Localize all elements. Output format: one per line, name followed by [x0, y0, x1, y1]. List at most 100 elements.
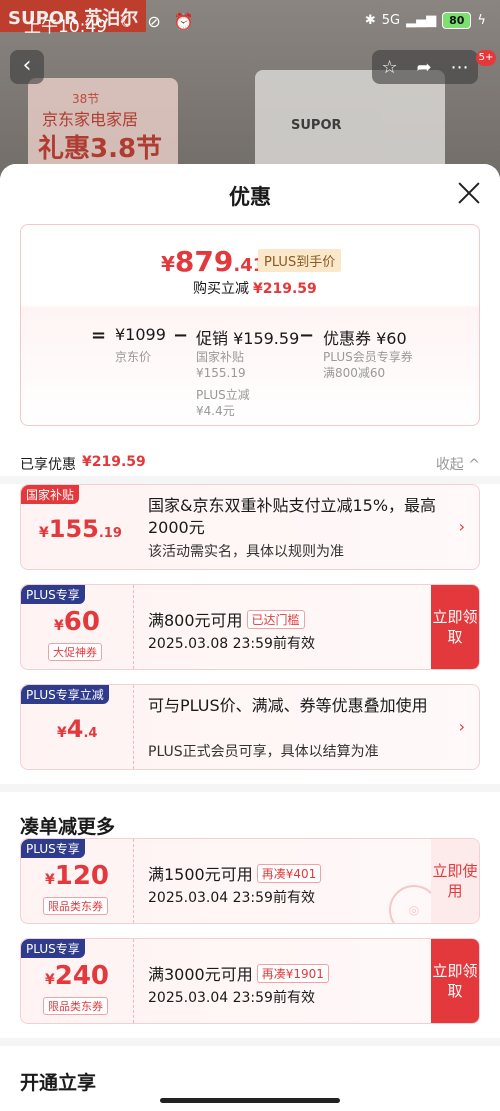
poster-line-2: 京东家电家居 [42, 110, 139, 129]
plus-reduce-value: ¥4.4元 [196, 404, 235, 418]
subsidy-deal[interactable]: 国家补贴 ¥155.19 国家&京东双重补贴支付立减15%，最高2000元 该活… [20, 484, 480, 570]
deal-decimal: .4 [83, 726, 98, 741]
poster-line-3: 礼惠3.8节 [38, 134, 163, 164]
deal-amount: ¥4.4 [57, 715, 97, 743]
coupon-value: ¥120 [21, 861, 133, 891]
chevron-left-icon: ‹ [22, 53, 32, 78]
plus-coupon: PLUS专享 ¥60 大促神券 满800元可用 已达门槛 2025.03.08 2… [20, 584, 480, 670]
page-actions: ☆ ➦ ⋯ [372, 50, 478, 84]
coupon-chip: 限品类东券 [43, 997, 108, 1015]
deal-currency: ¥ [39, 525, 49, 541]
status-icons: ☾ ⊘ ⏰ [120, 12, 198, 31]
minus-sign: − [299, 325, 315, 346]
collapse-toggle[interactable]: 收起 ^ [436, 454, 480, 474]
equals-sign: = [91, 325, 107, 346]
promo-poster: 38节 京东家电家居 礼惠3.8节 [28, 78, 178, 173]
promo-amount: 促销 ¥159.59 [196, 329, 300, 348]
deal-tag: PLUS专享 [21, 839, 85, 858]
section-title: 开通立享 [20, 1072, 97, 1094]
enjoyed-list: 国家补贴 ¥155.19 国家&京东双重补贴支付立减15%，最高2000元 该活… [0, 484, 500, 784]
buy-reduce: 购买立减 ¥219.59 [193, 278, 317, 298]
base-price: ¥1099 [115, 325, 166, 344]
gap-chip: 再凑¥401 [256, 864, 322, 883]
coupon-integer: 240 [54, 961, 110, 991]
coupon-threshold: 满800元可用 [148, 611, 243, 630]
coupon-chip: 限品类东券 [43, 897, 108, 915]
sheet-title: 优惠 [229, 185, 271, 209]
deal-currency: ¥ [57, 725, 67, 741]
coupon-threshold: 满1500元可用 [148, 865, 253, 884]
coupon-integer: 120 [54, 861, 110, 891]
plus-reduce-label: PLUS立减 [196, 388, 250, 402]
deal-tag: 国家补贴 [21, 485, 80, 504]
enjoyed-label: 已享优惠 [20, 457, 76, 473]
charging-icon: ϟ [477, 13, 486, 28]
coupon-title: 满1500元可用 再凑¥401 [148, 861, 322, 885]
plus-price-tag: PLUS到手价 [258, 249, 342, 272]
enjoyed-row: 已享优惠 ¥219.59 收起 ^ [0, 440, 500, 476]
coupon-divider [133, 939, 134, 1023]
claim-button[interactable]: 立即领取 [431, 585, 479, 669]
coupon-value: ¥240 [21, 961, 133, 991]
network-label: 5G [381, 13, 401, 28]
share-icon[interactable]: ➦ [417, 57, 432, 78]
enjoyed-amount: ¥219.59 [82, 454, 146, 470]
deal-integer: 155 [48, 515, 99, 543]
deal-decimal: .19 [98, 526, 122, 541]
chevron-right-icon: › [458, 517, 465, 536]
gap-chip: 再凑¥1901 [256, 964, 329, 983]
subsidy-value: ¥155.19 [196, 366, 246, 380]
buy-reduce-label: 购买立减 [193, 281, 249, 297]
coupon-date: 2025.03.08 23:59前有效 [148, 636, 315, 652]
coupon-divider [133, 839, 134, 923]
deal-desc: PLUS正式会员可享，具体以结算为准 [148, 744, 379, 760]
more-icon[interactable]: ⋯ [451, 57, 469, 78]
bluetooth-icon: ✱ [364, 13, 376, 28]
deal-tag: PLUS专享 [21, 939, 85, 958]
status-time: 上午10:49 [24, 17, 107, 37]
sheet-header: 优惠 [0, 164, 500, 224]
coupon-title: 满3000元可用 再凑¥1901 [148, 961, 329, 985]
status-right: ✱ 5G ▂▄▆ 80 ϟ [365, 12, 486, 29]
base-price-label: 京东价 [115, 350, 152, 364]
deal-title: 国家&京东双重补贴支付立减15%，最高2000元 [148, 496, 437, 537]
coupon-currency: ¥ [44, 972, 55, 988]
coupon-amount: 优惠券 ¥60 [323, 329, 407, 348]
use-button[interactable]: 立即使用 [431, 839, 479, 923]
coupon-date: 2025.03.04 23:59前有效 [148, 990, 315, 1006]
battery-icon: 80 [442, 12, 472, 29]
threshold-chip: 已达门槛 [246, 610, 305, 629]
price-integer: 879 [174, 245, 234, 278]
home-indicator[interactable] [160, 1098, 340, 1103]
buy-reduce-amount: ¥219.59 [253, 281, 317, 297]
section-title: 凑单减更多 [20, 816, 116, 838]
coupon-currency: ¥ [44, 872, 55, 888]
star-icon[interactable]: ☆ [381, 57, 397, 78]
message-badge: 5+ [476, 50, 496, 66]
claim-button[interactable]: 立即领取 [431, 939, 479, 1023]
poster-line-1: 38节 [72, 92, 100, 106]
category-coupon: PLUS专享 ¥120 限品类东券 满1500元可用 再凑¥401 2025.03… [20, 838, 480, 924]
price-section: ¥ 879 .41 PLUS到手价 购买立减 ¥219.59 = ¥1099 京东… [0, 224, 500, 440]
subsidy-label: 国家补贴 [196, 350, 245, 364]
back-button[interactable]: ‹ [10, 50, 44, 84]
coupon-title: 满800元可用 已达门槛 [148, 607, 305, 631]
promotions-sheet: 优惠 ¥ 879 .41 PLUS到手价 购买立减 ¥219.59 = ¥1099… [0, 164, 500, 1111]
deal-divider [133, 685, 134, 769]
deal-desc: 该活动需实名，具体以规则为准 [148, 544, 344, 560]
coupon-label: PLUS会员专享券 [323, 350, 413, 364]
plus-reduce-deal[interactable]: PLUS专享立减 ¥4.4 可与PLUS价、满减、券等优惠叠加使用 PLUS正式… [20, 684, 480, 770]
chevron-right-icon: › [458, 717, 465, 736]
signal-icon: ▂▄▆ [406, 13, 437, 28]
more-savings-section: 凑单减更多 PLUS专享 ¥120 限品类东券 满1500元可用 再凑¥401 2… [0, 792, 500, 1038]
coupon-integer: 60 [63, 607, 100, 637]
deal-integer: 4 [66, 715, 84, 743]
final-price: ¥ 879 .41 [161, 245, 265, 278]
coupon-chip: 大促神券 [48, 643, 102, 661]
coupon-currency: ¥ [54, 618, 64, 634]
coupon-threshold: 满3000元可用 [148, 965, 253, 984]
close-icon[interactable] [456, 180, 482, 206]
device-brand-label: SUPOR [291, 118, 342, 133]
coupon-divider [133, 585, 134, 669]
deal-tag: PLUS专享立减 [21, 685, 109, 704]
